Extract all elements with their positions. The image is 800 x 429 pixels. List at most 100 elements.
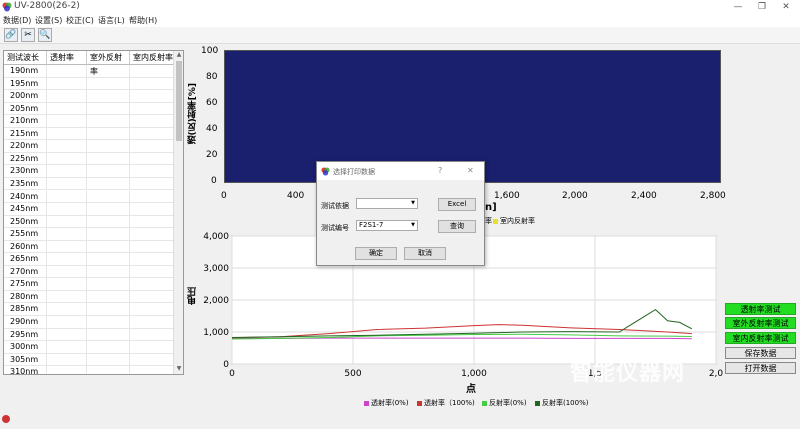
wavelength-cell: 205nm (4, 102, 47, 115)
value-cell (47, 77, 87, 90)
table-row[interactable]: 245nm (4, 203, 174, 216)
value-cell (87, 265, 130, 278)
open-data-button[interactable]: 打开数据 (725, 362, 796, 374)
table-row[interactable]: 235nm (4, 177, 174, 191)
restore-button[interactable]: ❐ (750, 0, 774, 14)
tools-icon[interactable]: ✂ (21, 28, 35, 42)
legend-item: 反射率(100%) (535, 398, 588, 408)
minimize-button[interactable]: — (726, 0, 750, 14)
save-data-button[interactable]: 保存数据 (725, 347, 796, 359)
xtick-label: 1,000 (461, 369, 487, 379)
table-row[interactable]: 240nm (4, 190, 174, 204)
scroll-down-icon[interactable]: ▼ (174, 365, 183, 374)
value-cell (47, 102, 87, 115)
value-cell (130, 177, 174, 190)
wavelength-cell: 200nm (4, 90, 47, 102)
value-cell (47, 328, 87, 341)
table-row[interactable]: 205nm (4, 102, 174, 116)
link-icon[interactable]: 🔗 (4, 28, 18, 42)
dialog-title: 选择打印数据 (333, 168, 375, 176)
value-cell (87, 127, 130, 140)
table-row[interactable]: 290nm (4, 316, 174, 329)
value-cell (130, 290, 174, 303)
top-ytick: 80 (206, 72, 218, 82)
value-cell (130, 77, 174, 90)
table-row[interactable]: 260nm (4, 240, 174, 254)
scroll-up-icon[interactable]: ▲ (174, 51, 183, 60)
table-row[interactable]: 300nm (4, 341, 174, 354)
table-row[interactable]: 195nm (4, 77, 174, 91)
table-row[interactable]: 275nm (4, 278, 174, 291)
table-row[interactable]: 230nm (4, 165, 174, 178)
table-row[interactable]: 305nm (4, 353, 174, 367)
value-cell (130, 240, 174, 253)
value-cell (47, 265, 87, 278)
number-select[interactable]: F2S1-7 ▼ (356, 220, 418, 231)
table-header: 测试波长 透射率 室外反射率 室内反射率 (4, 51, 174, 76)
table-row[interactable]: 270nm (4, 265, 174, 279)
table-row[interactable]: 265nm (4, 253, 174, 266)
top-ytick: 40 (206, 124, 218, 134)
table-row[interactable]: 250nm (4, 215, 174, 229)
dialog-close-button[interactable]: ✕ (467, 166, 474, 175)
search-icon[interactable]: 🔍 (38, 28, 52, 42)
value-cell (87, 165, 130, 177)
column-header: 室内反射率 (130, 51, 174, 65)
table-row[interactable]: 280nm (4, 290, 174, 304)
value-cell (87, 341, 130, 353)
value-cell (130, 366, 174, 374)
value-cell (47, 278, 87, 290)
value-cell (130, 190, 174, 203)
dialog-help-button[interactable]: ? (438, 166, 442, 175)
title-bar: UV-2800(26-2) — ❐ ✕ (0, 0, 800, 14)
scroll-thumb[interactable] (176, 61, 182, 141)
value-cell (47, 140, 87, 152)
wavelength-cell: 260nm (4, 240, 47, 253)
wavelength-cell: 290nm (4, 316, 47, 328)
indoor-reflectance-test-button[interactable]: 室内反射率测试 (725, 332, 796, 344)
wavelength-cell: 310nm (4, 366, 47, 374)
table-row[interactable]: 225nm (4, 152, 174, 166)
xtick-label: 2,0 (709, 369, 724, 379)
cancel-button[interactable]: 取消 (404, 247, 446, 260)
table-row[interactable]: 190nm (4, 65, 174, 78)
wavelength-cell: 215nm (4, 127, 47, 140)
value-cell (47, 90, 87, 102)
menu-calibration[interactable]: 校正(C) (66, 14, 94, 27)
menu-help[interactable]: 帮助(H) (129, 14, 157, 27)
excel-button[interactable]: Excel (438, 198, 476, 211)
value-cell (130, 316, 174, 328)
wavelength-cell: 235nm (4, 177, 47, 190)
wavelength-cell: 275nm (4, 278, 47, 290)
value-cell (87, 303, 130, 315)
transmittance-test-button[interactable]: 透射率测试 (725, 303, 796, 315)
value-cell (47, 240, 87, 253)
wavelength-cell: 210nm (4, 115, 47, 127)
table-row[interactable]: 215nm (4, 127, 174, 141)
wavelength-cell: 270nm (4, 265, 47, 278)
value-cell (47, 366, 87, 374)
outdoor-reflectance-test-button[interactable]: 室外反射率测试 (725, 317, 796, 329)
table-row[interactable]: 220nm (4, 140, 174, 153)
table-row[interactable]: 210nm (4, 115, 174, 128)
table-row[interactable]: 200nm (4, 90, 174, 103)
value-cell (87, 90, 130, 102)
value-cell (87, 177, 130, 190)
close-button[interactable]: ✕ (774, 0, 798, 14)
menu-data[interactable]: 数据(D) (3, 14, 31, 27)
top-xtick: 0 (221, 191, 227, 201)
wavelength-cell: 265nm (4, 253, 47, 265)
table-row[interactable]: 285nm (4, 303, 174, 316)
bottom-chart-xlabel: 点 (466, 384, 476, 395)
table-row[interactable]: 310nm (4, 366, 174, 374)
table-scrollbar[interactable]: ▲ ▼ (173, 51, 183, 374)
query-button[interactable]: 查询 (438, 220, 476, 233)
value-cell (130, 328, 174, 341)
table-row[interactable]: 255nm (4, 228, 174, 241)
menu-settings[interactable]: 设置(S) (35, 14, 62, 27)
menu-language[interactable]: 语言(L) (98, 14, 125, 27)
ok-button[interactable]: 确定 (355, 247, 397, 260)
table-row[interactable]: 295nm (4, 328, 174, 342)
value-cell (47, 341, 87, 353)
basis-select[interactable]: ▼ (356, 198, 418, 209)
